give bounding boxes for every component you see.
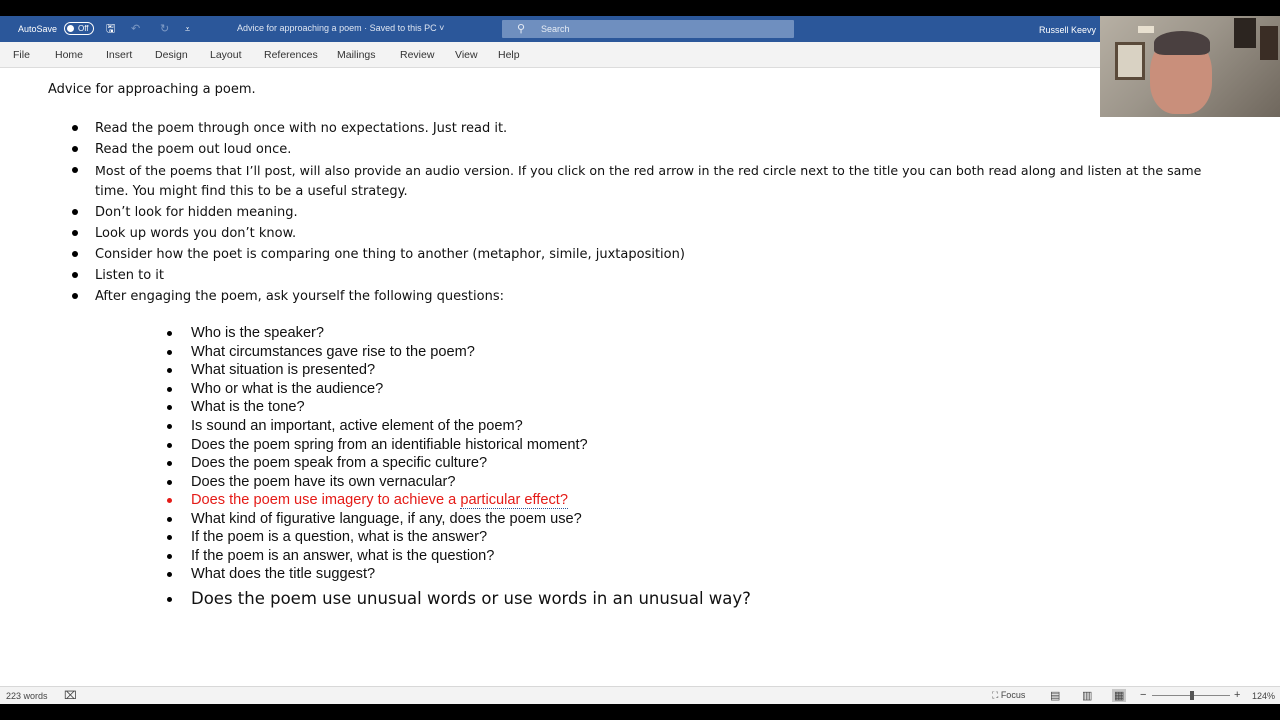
- tab-insert[interactable]: Insert: [106, 49, 132, 61]
- bullet-dot: [167, 461, 172, 466]
- tab-file[interactable]: File: [13, 49, 30, 61]
- zoom-level[interactable]: 124%: [1252, 691, 1275, 701]
- presenter-hair: [1154, 31, 1210, 55]
- zoom-in-button[interactable]: +: [1234, 689, 1240, 701]
- title-bar: AutoSave Off 🖫 ↶ ↻ ⩡ Advice for approach…: [0, 16, 1280, 42]
- background-lamp: [1138, 26, 1154, 33]
- ribbon-tabs: File Home Insert Design Layout Reference…: [0, 42, 1280, 68]
- bullet-dot: [167, 405, 172, 410]
- toggle-knob: [67, 25, 74, 32]
- search-icon: ⚲: [517, 23, 526, 35]
- tab-mailings[interactable]: Mailings: [337, 49, 376, 61]
- question-item: What kind of figurative language, if any…: [191, 511, 582, 527]
- word-count[interactable]: 223 words: [6, 691, 48, 701]
- list-item: Read the poem through once with no expec…: [95, 121, 508, 136]
- list-item-continuation: time. You might find this to be a useful…: [95, 184, 408, 199]
- toggle-label: Off: [78, 24, 89, 33]
- bullet-dot: [72, 125, 78, 131]
- bullet-dot: [72, 230, 78, 236]
- print-layout-icon[interactable]: ▥: [1082, 689, 1092, 702]
- tab-references[interactable]: References: [264, 49, 318, 61]
- question-item: Is sound an important, active element of…: [191, 418, 523, 434]
- zoom-out-button[interactable]: −: [1140, 689, 1146, 701]
- tab-view[interactable]: View: [455, 49, 478, 61]
- bullet-dot: [167, 331, 172, 336]
- tab-design[interactable]: Design: [155, 49, 188, 61]
- question-item: Who or what is the audience?: [191, 381, 384, 397]
- bullet-dot: [72, 293, 78, 299]
- list-item: Most of the poems that I’ll post, will a…: [95, 163, 1202, 178]
- tab-layout[interactable]: Layout: [210, 49, 242, 61]
- bullet-dot-highlighted: [167, 498, 172, 503]
- zoom-slider[interactable]: [1152, 691, 1230, 700]
- bullet-dot: [72, 209, 78, 215]
- question-item: Does the poem have its own vernacular?: [191, 474, 456, 490]
- tab-home[interactable]: Home: [55, 49, 83, 61]
- background-picture-frame: [1260, 26, 1278, 60]
- web-layout-icon[interactable]: ▦: [1112, 689, 1127, 702]
- question-item: What is the tone?: [191, 399, 305, 415]
- user-name[interactable]: Russell Keevy: [1039, 25, 1096, 35]
- tab-review[interactable]: Review: [400, 49, 434, 61]
- bullet-dot: [72, 272, 78, 278]
- status-bar: 223 words ⌧ ⛶ Focus ▤ ▥ ▦ − + 124%: [0, 686, 1280, 704]
- question-item: What situation is presented?: [191, 362, 376, 378]
- question-item: Who is the speaker?: [191, 325, 325, 341]
- bullet-dot: [72, 251, 78, 257]
- question-item-highlighted: Does the poem use imagery to achieve a p…: [191, 492, 568, 509]
- read-mode-icon[interactable]: ▤: [1050, 689, 1060, 702]
- bullet-dot: [72, 167, 78, 173]
- autosave-toggle[interactable]: Off: [64, 22, 94, 35]
- search-placeholder: Search: [541, 24, 570, 34]
- bullet-dot: [167, 424, 172, 429]
- undo-icon[interactable]: ↶: [131, 23, 140, 35]
- list-item: Look up words you don’t know.: [95, 226, 297, 241]
- redo-icon[interactable]: ↻: [160, 23, 169, 35]
- save-icon[interactable]: 🖫: [106, 23, 115, 35]
- focus-mode-button[interactable]: ⛶ Focus: [992, 690, 1025, 701]
- bullet-dot: [167, 572, 172, 577]
- question-item: If the poem is an answer, what is the qu…: [191, 548, 495, 564]
- question-item: Does the poem spring from an identifiabl…: [191, 437, 588, 453]
- webcam-overlay: [1100, 16, 1280, 117]
- bullet-dot: [167, 480, 172, 485]
- bullet-dot: [167, 554, 172, 559]
- list-item: Don’t look for hidden meaning.: [95, 205, 298, 220]
- question-item: What does the title suggest?: [191, 566, 376, 582]
- bottom-letterbox: [0, 704, 1280, 720]
- list-item: After engaging the poem, ask yourself th…: [95, 289, 504, 304]
- highlighted-text: Does the poem use imagery to achieve a: [191, 492, 461, 508]
- bullet-dot: [167, 350, 172, 355]
- background-picture-frame: [1234, 18, 1256, 48]
- bullet-dot: [167, 535, 172, 540]
- bullet-dot: [167, 517, 172, 522]
- bullet-dot: [167, 597, 172, 602]
- question-item: What circumstances gave rise to the poem…: [191, 344, 475, 360]
- top-letterbox: [0, 0, 1280, 16]
- bullet-dot: [72, 146, 78, 152]
- document-page[interactable]: Advice for approaching a poem. Read the …: [0, 68, 1280, 686]
- search-box[interactable]: ⚲ Search: [502, 20, 794, 38]
- bullet-dot: [167, 368, 172, 373]
- list-item: Read the poem out loud once.: [95, 142, 292, 157]
- list-item: Listen to it: [95, 268, 164, 283]
- zoom-slider-thumb[interactable]: [1190, 691, 1194, 700]
- focus-label: Focus: [1000, 690, 1026, 700]
- proofing-squiggle[interactable]: particular effect?: [460, 492, 568, 509]
- document-heading: Advice for approaching a poem.: [48, 82, 256, 97]
- document-title[interactable]: Advice for approaching a poem · Saved to…: [237, 23, 444, 33]
- background-picture-frame: [1115, 42, 1145, 80]
- question-item: If the poem is a question, what is the a…: [191, 529, 488, 545]
- question-item: Does the poem speak from a specific cult…: [191, 455, 488, 471]
- tab-help[interactable]: Help: [498, 49, 520, 61]
- autosave-label: AutoSave: [18, 24, 58, 34]
- proofing-icon[interactable]: ⌧: [64, 689, 77, 702]
- bullet-dot: [167, 443, 172, 448]
- list-item: Consider how the poet is comparing one t…: [95, 247, 685, 262]
- question-item-large: Does the poem use unusual words or use w…: [191, 589, 751, 608]
- bullet-dot: [167, 387, 172, 392]
- customize-icon[interactable]: ⩡: [185, 23, 190, 35]
